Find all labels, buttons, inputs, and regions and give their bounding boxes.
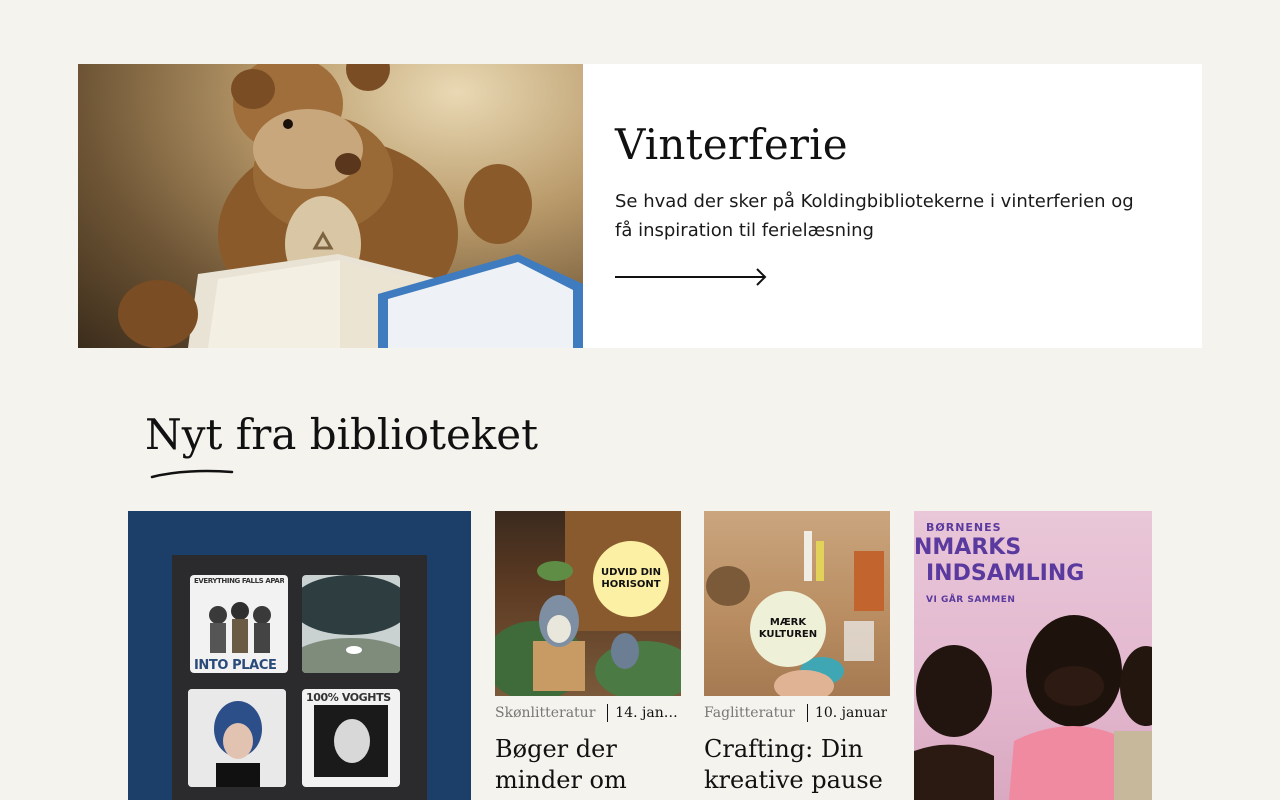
hero-description: Se hvad der sker på Koldingbibliotekerne… [615,191,1134,241]
news-card-crafting[interactable]: MÆRK KULTUREN Faglitteratur 10. januar C… [704,511,890,800]
card-meta: Faglitteratur 10. januar [704,704,890,722]
hero-banner[interactable]: Vinterferie Se hvad der sker på Koldingb… [78,64,1202,348]
arrow-right-icon[interactable] [615,267,769,287]
card-category: Skønlitteratur [495,705,596,721]
teddy-bear-reading-image [78,64,583,348]
card-title: Bøger der minder om Studio Ghibli [495,735,655,800]
album-caption-bottom: INTO PLACE [194,658,277,673]
section-title: Nyt fra biblioteket [145,410,538,459]
children-photo [914,615,1152,800]
badge-text: MÆRK KULTUREN [758,617,818,640]
craft-table-image: MÆRK KULTUREN [704,511,890,696]
album-cover-portrait-bw: 100% VOGHTS [302,689,400,787]
badge-sticker: MÆRK KULTUREN [750,591,826,667]
card-date: 14. januar [615,705,681,721]
album-cover-landscape [302,575,400,673]
album-cover-portrait-blue [188,689,286,787]
badge-text: UDVID DIN HORISONT [600,567,662,590]
news-card-music-poster[interactable]: EVERYTHING FALLS APART INTO PLACE 100% V… [128,511,471,800]
badge-sticker: UDVID DIN HORISONT [593,541,669,617]
meta-divider [607,704,609,722]
card-meta: Skønlitteratur 14. januar [495,704,681,722]
card-category: Faglitteratur [704,705,795,721]
card-title: Crafting: Din kreative pause fra hverdag… [704,735,883,800]
news-card-ghibli[interactable]: UDVID DIN HORISONT Skønlitteratur 14. ja… [495,511,681,800]
album-caption-top: EVERYTHING FALLS APART [194,577,284,585]
meta-divider [806,704,808,722]
hero-title: Vinterferie [615,120,848,169]
album-poster-image: EVERYTHING FALLS APART INTO PLACE 100% V… [172,555,427,800]
news-card-fundraiser[interactable]: BØRNENES NMARKS INDSAMLING VI GÅR SAMMEN [914,511,1152,800]
hero-content: Vinterferie Se hvad der sker på Koldingb… [583,64,1202,348]
title-underline-decoration [150,469,234,479]
album-caption-right: 100% VOGHTS [306,691,391,704]
album-cover-band: EVERYTHING FALLS APART INTO PLACE [190,575,288,673]
card-date: 10. januar [814,705,888,721]
totoro-figures-image: UDVID DIN HORISONT [495,511,681,696]
